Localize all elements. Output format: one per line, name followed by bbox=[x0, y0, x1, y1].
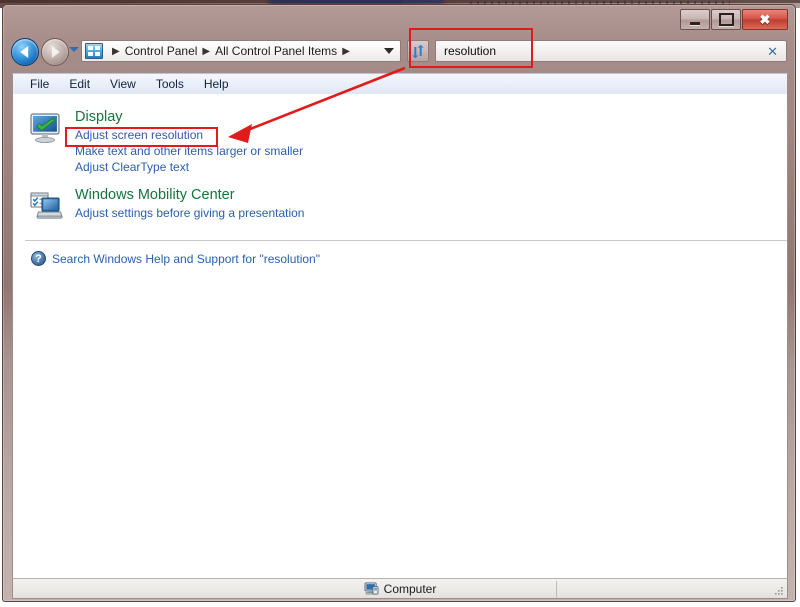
result-title-display[interactable]: Display bbox=[75, 108, 303, 127]
menu-view[interactable]: View bbox=[100, 75, 146, 93]
menu-tools[interactable]: Tools bbox=[146, 75, 194, 93]
computer-icon bbox=[364, 582, 379, 595]
refresh-button[interactable] bbox=[407, 40, 429, 62]
help-search-row[interactable]: ? Search Windows Help and Support for "r… bbox=[31, 251, 320, 266]
link-adjust-settings-before-presentation[interactable]: Adjust settings before giving a presenta… bbox=[75, 205, 304, 221]
forward-arrow-icon bbox=[51, 46, 60, 58]
back-arrow-icon bbox=[20, 46, 29, 58]
result-title-mobility-center[interactable]: Windows Mobility Center bbox=[75, 186, 304, 205]
breadcrumb-separator-icon: ▶ bbox=[202, 45, 211, 57]
refresh-icon bbox=[411, 44, 424, 58]
control-panel-window: ✖ ▶ Control Panel ▶ All Control Panel It… bbox=[2, 4, 796, 602]
menu-help[interactable]: Help bbox=[194, 75, 239, 93]
navigation-bar: ▶ Control Panel ▶ All Control Panel Item… bbox=[3, 35, 797, 67]
help-search-link[interactable]: Search Windows Help and Support for "res… bbox=[52, 252, 320, 266]
search-results-pane: Display Adjust screen resolution Make te… bbox=[12, 94, 788, 578]
address-bar[interactable]: ▶ Control Panel ▶ All Control Panel Item… bbox=[81, 40, 401, 62]
result-group-mobility-center: Windows Mobility Center Adjust settings … bbox=[13, 184, 787, 223]
link-adjust-screen-resolution[interactable]: Adjust screen resolution bbox=[75, 127, 203, 143]
maximize-icon bbox=[718, 13, 734, 26]
menu-file[interactable]: File bbox=[20, 75, 59, 93]
background-edge-line bbox=[0, 0, 800, 3]
status-bar: Computer bbox=[12, 578, 788, 599]
close-button[interactable]: ✖ bbox=[742, 9, 788, 30]
menu-bar: File Edit View Tools Help bbox=[12, 73, 788, 94]
result-body: Display Adjust screen resolution Make te… bbox=[75, 106, 303, 175]
search-input[interactable]: resolution bbox=[444, 44, 496, 58]
status-label: Computer bbox=[383, 581, 437, 596]
results-divider bbox=[25, 240, 787, 241]
breadcrumb-control-panel[interactable]: Control Panel bbox=[125, 44, 198, 58]
close-icon: ✖ bbox=[759, 12, 771, 27]
forward-button[interactable] bbox=[41, 38, 69, 66]
screenshot-root: ✖ ▶ Control Panel ▶ All Control Panel It… bbox=[0, 0, 800, 607]
clear-search-icon[interactable]: ✕ bbox=[767, 45, 778, 58]
result-body: Windows Mobility Center Adjust settings … bbox=[75, 184, 304, 221]
list-item: Windows Mobility Center Adjust settings … bbox=[13, 184, 787, 223]
display-monitor-icon bbox=[30, 113, 60, 144]
link-adjust-cleartype-text[interactable]: Adjust ClearType text bbox=[75, 159, 189, 175]
search-box[interactable]: resolution ✕ bbox=[435, 40, 787, 62]
status-computer-item: Computer bbox=[364, 581, 437, 596]
help-question-icon: ? bbox=[31, 251, 46, 266]
list-item: Display Adjust screen resolution Make te… bbox=[13, 106, 787, 175]
window-caption-buttons: ✖ bbox=[679, 9, 788, 30]
breadcrumb-separator-icon: ▶ bbox=[112, 45, 120, 57]
maximize-button[interactable] bbox=[711, 9, 741, 30]
menu-edit[interactable]: Edit bbox=[59, 75, 100, 93]
resize-grip-icon[interactable] bbox=[774, 586, 784, 596]
address-dropdown-chevron-down-icon[interactable] bbox=[384, 48, 394, 54]
minimize-icon bbox=[690, 21, 700, 25]
link-make-text-larger-or-smaller[interactable]: Make text and other items larger or smal… bbox=[75, 143, 303, 159]
mobility-center-icon bbox=[30, 192, 63, 219]
minimize-button[interactable] bbox=[680, 9, 710, 30]
back-button[interactable] bbox=[11, 38, 39, 66]
control-panel-icon bbox=[85, 43, 103, 59]
recent-pages-chevron-down-icon[interactable] bbox=[69, 47, 79, 52]
result-group-display: Display Adjust screen resolution Make te… bbox=[13, 106, 787, 175]
breadcrumb-separator-icon: ▶ bbox=[342, 45, 350, 57]
status-separator bbox=[556, 581, 557, 598]
breadcrumb-all-control-panel-items[interactable]: All Control Panel Items bbox=[215, 44, 337, 58]
